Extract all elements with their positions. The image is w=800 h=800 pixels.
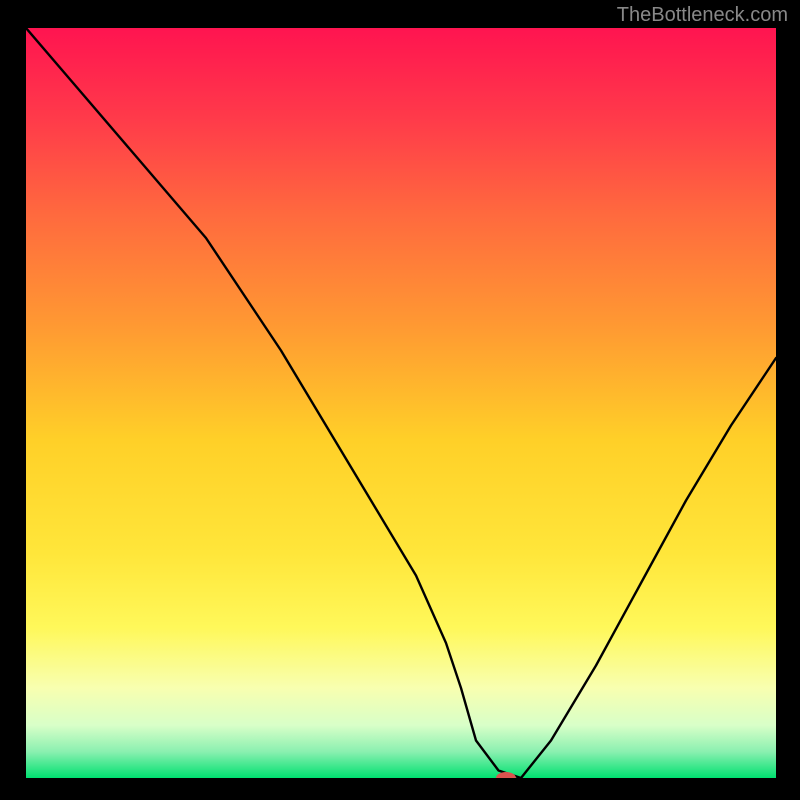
bottleneck-chart: [26, 28, 776, 778]
chart-container: [26, 28, 776, 778]
gradient-background: [26, 28, 776, 778]
watermark-text: TheBottleneck.com: [617, 4, 788, 27]
